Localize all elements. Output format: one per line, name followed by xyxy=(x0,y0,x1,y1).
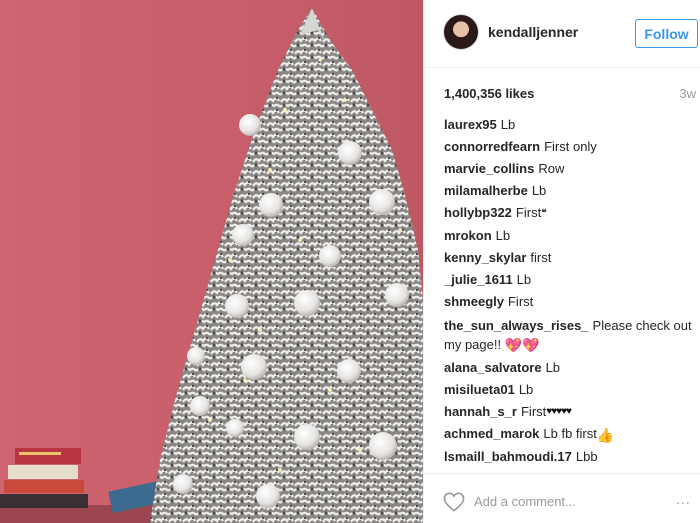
author-username[interactable]: kendalljenner xyxy=(488,24,578,40)
comment-username[interactable]: hannah_s_r xyxy=(444,404,517,419)
comment-text: Lb xyxy=(518,381,534,397)
comment-item: the_sun_always_rises_ Please check out my… xyxy=(444,313,700,357)
comment-username[interactable]: alana_salvatore xyxy=(444,360,542,375)
comment-item: achmed_marok Lb fb first👍 xyxy=(444,423,700,446)
comment-username[interactable]: laurex95 xyxy=(444,117,497,132)
comment-item: shmeegly First xyxy=(444,291,700,313)
comment-username[interactable]: marvie_collins xyxy=(444,161,534,176)
comment-text: Lb xyxy=(495,227,511,243)
comment-username[interactable]: shmeegly xyxy=(444,294,504,309)
comment-username[interactable]: mrokon xyxy=(444,228,492,243)
comment-text: Lb fb first xyxy=(543,426,597,442)
like-count[interactable]: 1,400,356 likes xyxy=(444,86,534,101)
comment-item: misilueta01 Lb xyxy=(444,379,700,401)
comment-username[interactable]: lsmaill_bahmoudi.17 xyxy=(444,449,572,464)
heart-outline-icon[interactable] xyxy=(443,492,465,512)
comment-input[interactable] xyxy=(474,491,654,511)
comment-username[interactable]: misilueta01 xyxy=(444,382,515,397)
post-photo xyxy=(0,0,423,523)
comment-username[interactable]: connorredfearn xyxy=(444,139,540,154)
comment-username[interactable]: achmed_marok xyxy=(444,426,539,441)
comment-item: mrokon Lb xyxy=(444,225,700,247)
more-options-icon[interactable]: ... xyxy=(676,491,691,507)
comment-item: marvie_collins Row xyxy=(444,158,700,180)
avatar[interactable] xyxy=(443,14,479,50)
christmas-tree-image xyxy=(0,8,423,523)
comment-item: _julie_1611 Lb xyxy=(444,269,700,291)
post-header: kendalljenner Follow xyxy=(424,0,700,68)
comment-text: First xyxy=(520,403,547,419)
comment-item: alana_salvatore Lb xyxy=(444,357,700,379)
comment-item: hollybp322 First❝ xyxy=(444,202,700,225)
follow-button[interactable]: Follow xyxy=(635,19,698,48)
comment-item: connorredfearn First only xyxy=(444,136,700,158)
post-sidebar: kendalljenner Follow 1,400,356 likes 3w … xyxy=(423,0,700,523)
comment-text: Lb xyxy=(500,117,516,132)
comment-text: First xyxy=(507,293,534,309)
comment-text: Lb xyxy=(545,359,561,375)
comment-list: laurex95 Lb connorredfearn First only marv… xyxy=(444,114,700,470)
book-stack xyxy=(0,448,164,514)
comment-item: kenny_skylar first xyxy=(444,247,700,269)
black-hearts-emoji: ♥♥♥♥♥ xyxy=(546,406,572,418)
comment-username[interactable]: _julie_1611 xyxy=(444,272,513,287)
comment-item: hannah_s_r First♥♥♥♥♥ xyxy=(444,401,700,424)
comment-text: Lb xyxy=(516,271,532,287)
comment-text: First only xyxy=(544,139,597,154)
comment-text: Lb xyxy=(531,183,547,198)
comment-text: Lbb xyxy=(575,448,598,464)
comment-item: lsmaill_bahmoudi.17 Lbb xyxy=(444,446,700,468)
thumbs-up-emoji: 👍 xyxy=(596,426,615,443)
comment-item: milamalherbe Lb xyxy=(444,180,700,202)
quote-emoji: ❝ xyxy=(541,207,546,219)
comment-text: Row xyxy=(538,161,565,176)
post-timestamp[interactable]: 3w xyxy=(679,86,696,101)
comment-username[interactable]: kenny_skylar xyxy=(444,250,526,265)
comment-item: laurex95 Lb xyxy=(444,114,700,136)
comment-text: First xyxy=(515,205,542,220)
comment-username[interactable]: milamalherbe xyxy=(444,183,528,198)
comment-footer: ... xyxy=(424,473,700,523)
comment-text: first xyxy=(530,249,552,265)
hearts-emoji: 💖💖 xyxy=(504,336,540,353)
comment-username[interactable]: hollybp322 xyxy=(444,205,512,220)
comment-username[interactable]: the_sun_always_rises_ xyxy=(444,318,589,333)
